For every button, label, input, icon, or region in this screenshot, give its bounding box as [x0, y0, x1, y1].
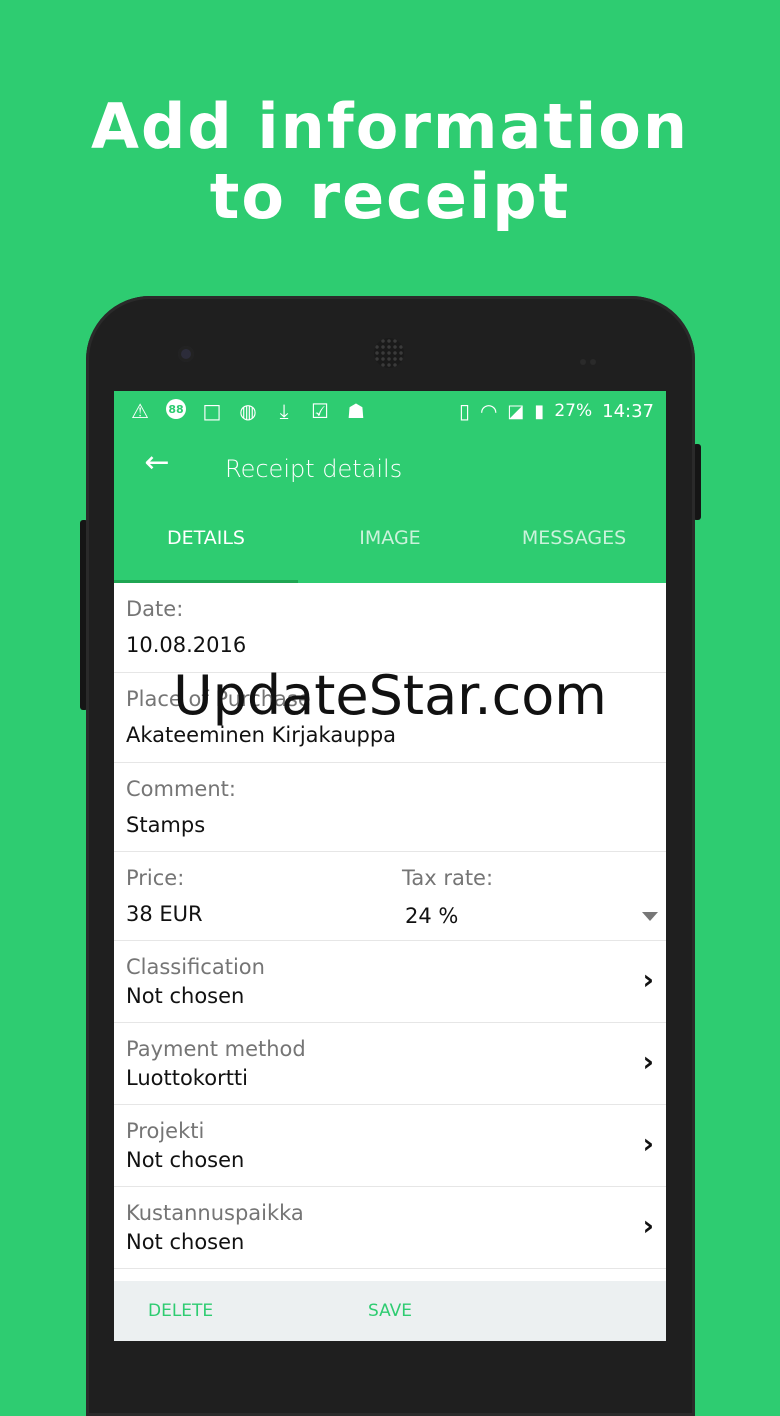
cost-center-row[interactable]: Kustannuspaikka Not chosen ›	[114, 1187, 666, 1269]
tab-details[interactable]: DETAILS	[114, 503, 298, 583]
page-title: Receipt details	[225, 455, 403, 483]
warning-icon: ⚠	[131, 399, 149, 423]
project-label: Projekti	[126, 1119, 205, 1143]
battery-icon: ▮	[534, 400, 545, 422]
watermark: UpdateStar.com	[173, 664, 607, 727]
toolbar: ← Receipt details	[114, 431, 666, 503]
chevron-right-icon: ›	[642, 1045, 654, 1078]
proximity-sensor	[580, 350, 608, 365]
tab-image[interactable]: IMAGE	[298, 503, 482, 583]
cost-center-value: Not chosen	[126, 1230, 245, 1254]
headline-line-1: Add information	[91, 90, 689, 163]
chevron-right-icon: ›	[642, 1127, 654, 1160]
no-signal-icon: ◪	[507, 400, 525, 422]
save-button[interactable]: SAVE	[368, 1301, 412, 1321]
price-label: Price:	[126, 866, 185, 890]
vibrate-icon: ▯	[458, 399, 470, 423]
front-camera	[178, 346, 194, 362]
square-icon: □	[202, 399, 222, 423]
comment-value[interactable]: Stamps	[126, 813, 205, 837]
tab-bar: DETAILS IMAGE MESSAGES	[114, 503, 666, 583]
price-value[interactable]: 38 EUR	[126, 902, 203, 926]
chevron-right-icon: ›	[642, 1209, 654, 1242]
classification-label: Classification	[126, 955, 265, 979]
back-arrow-icon[interactable]: ←	[142, 445, 172, 480]
date-label: Date:	[126, 597, 184, 621]
phone-screen: ⚠ 88 □ ◍ ⤓ ☑ ☗ ▯ ◠ ◪ ▮ 27% 14:37 ← Recei…	[114, 391, 666, 1341]
clock: 14:37	[602, 400, 654, 422]
price-tax-row: Price: 38 EUR Tax rate: 24 %	[114, 852, 666, 941]
payment-method-label: Payment method	[126, 1037, 306, 1061]
comment-row[interactable]: Comment: Stamps	[114, 763, 666, 852]
dribbble-icon: ◍	[239, 399, 257, 423]
date-value[interactable]: 10.08.2016	[126, 633, 246, 657]
wifi-icon: ◠	[479, 399, 498, 423]
earpiece-speaker	[374, 338, 404, 368]
tax-value[interactable]: 24 %	[405, 904, 458, 928]
headline-line-2: to receipt	[209, 160, 571, 233]
headline: Add information to receipt	[0, 92, 780, 232]
project-row[interactable]: Projekti Not chosen ›	[114, 1105, 666, 1187]
payment-method-row[interactable]: Payment method Luottokortti ›	[114, 1023, 666, 1105]
download-icon: ⤓	[279, 399, 289, 423]
chevron-right-icon: ›	[642, 963, 654, 996]
cost-center-label: Kustannuspaikka	[126, 1201, 304, 1225]
delete-button[interactable]: DELETE	[148, 1301, 213, 1321]
classification-row[interactable]: Classification Not chosen ›	[114, 941, 666, 1023]
status-bar: ⚠ 88 □ ◍ ⤓ ☑ ☗ ▯ ◠ ◪ ▮ 27% 14:37	[114, 391, 666, 431]
comment-label: Comment:	[126, 777, 236, 801]
project-value: Not chosen	[126, 1148, 245, 1172]
tab-messages[interactable]: MESSAGES	[482, 503, 666, 583]
bottom-action-bar: DELETE SAVE	[114, 1281, 666, 1341]
clipboard-check-icon: ☑	[311, 399, 329, 423]
dropdown-arrow-icon[interactable]	[642, 912, 658, 921]
classification-value: Not chosen	[126, 984, 245, 1008]
battery-percent: 27%	[554, 401, 593, 421]
date-row[interactable]: Date: 10.08.2016	[114, 583, 666, 673]
tax-label: Tax rate:	[402, 866, 494, 890]
robot-icon: ☗	[347, 399, 365, 423]
payment-method-value: Luottokortti	[126, 1066, 249, 1090]
badge-88-icon: 88	[164, 399, 188, 423]
